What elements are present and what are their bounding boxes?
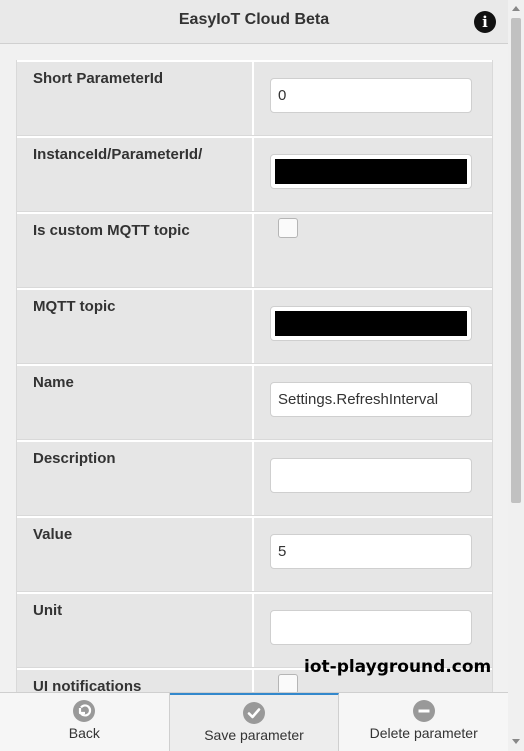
vertical-scrollbar[interactable] [508, 0, 524, 750]
redacted-block [275, 159, 467, 184]
is-custom-mqtt-checkbox[interactable] [278, 218, 298, 238]
form-row-description: Description [17, 440, 492, 516]
value-input[interactable]: 5 [270, 534, 472, 569]
redacted-block [275, 311, 467, 336]
delete-parameter-button[interactable]: Delete parameter [339, 693, 509, 751]
form-row-name: Name Settings.RefreshInterval [17, 364, 492, 440]
ui-notifications-checkbox[interactable] [278, 674, 298, 694]
short-parameter-id-label: Short ParameterId [17, 62, 254, 135]
description-label: Description [17, 442, 254, 515]
watermark: iot-playground.com [304, 657, 492, 677]
instance-parameter-id-label: InstanceId/ParameterId/ [17, 138, 254, 211]
minus-icon [412, 700, 435, 722]
delete-parameter-label: Delete parameter [369, 725, 478, 741]
check-icon [243, 702, 265, 724]
footer-navbar: Back Save parameter Delete parameter [0, 692, 509, 751]
name-label: Name [17, 366, 254, 439]
form-row-short-parameter-id: Short ParameterId 0 [17, 60, 492, 136]
scroll-up-arrow-icon[interactable] [512, 6, 520, 11]
description-input[interactable] [270, 458, 472, 493]
back-button[interactable]: Back [0, 693, 170, 751]
back-label: Back [68, 725, 100, 741]
page-title: EasyIoT Cloud Beta [178, 11, 330, 28]
mqtt-topic-input[interactable] [270, 306, 472, 341]
value-label: Value [17, 518, 254, 591]
back-icon [73, 700, 96, 722]
short-parameter-id-input[interactable]: 0 [270, 78, 472, 113]
unit-label: Unit [17, 594, 254, 667]
form-row-is-custom-mqtt: Is custom MQTT topic [17, 212, 492, 288]
scrollbar-thumb[interactable] [511, 18, 521, 503]
mqtt-topic-label: MQTT topic [17, 290, 254, 363]
unit-input[interactable] [270, 610, 472, 645]
form-row-mqtt-topic: MQTT topic [17, 288, 492, 364]
info-icon[interactable]: i [474, 11, 496, 33]
instance-parameter-id-input[interactable] [270, 154, 472, 189]
form-row-value: Value 5 [17, 516, 492, 592]
app-header: EasyIoT Cloud Beta i [0, 0, 508, 44]
save-parameter-button[interactable]: Save parameter [169, 693, 340, 751]
save-parameter-label: Save parameter [204, 727, 304, 743]
scroll-down-arrow-icon[interactable] [512, 739, 520, 744]
is-custom-mqtt-label: Is custom MQTT topic [17, 214, 254, 287]
name-input[interactable]: Settings.RefreshInterval [270, 382, 472, 417]
parameter-form: Short ParameterId 0 InstanceId/Parameter… [16, 60, 493, 744]
form-row-instance-parameter-id: InstanceId/ParameterId/ [17, 136, 492, 212]
